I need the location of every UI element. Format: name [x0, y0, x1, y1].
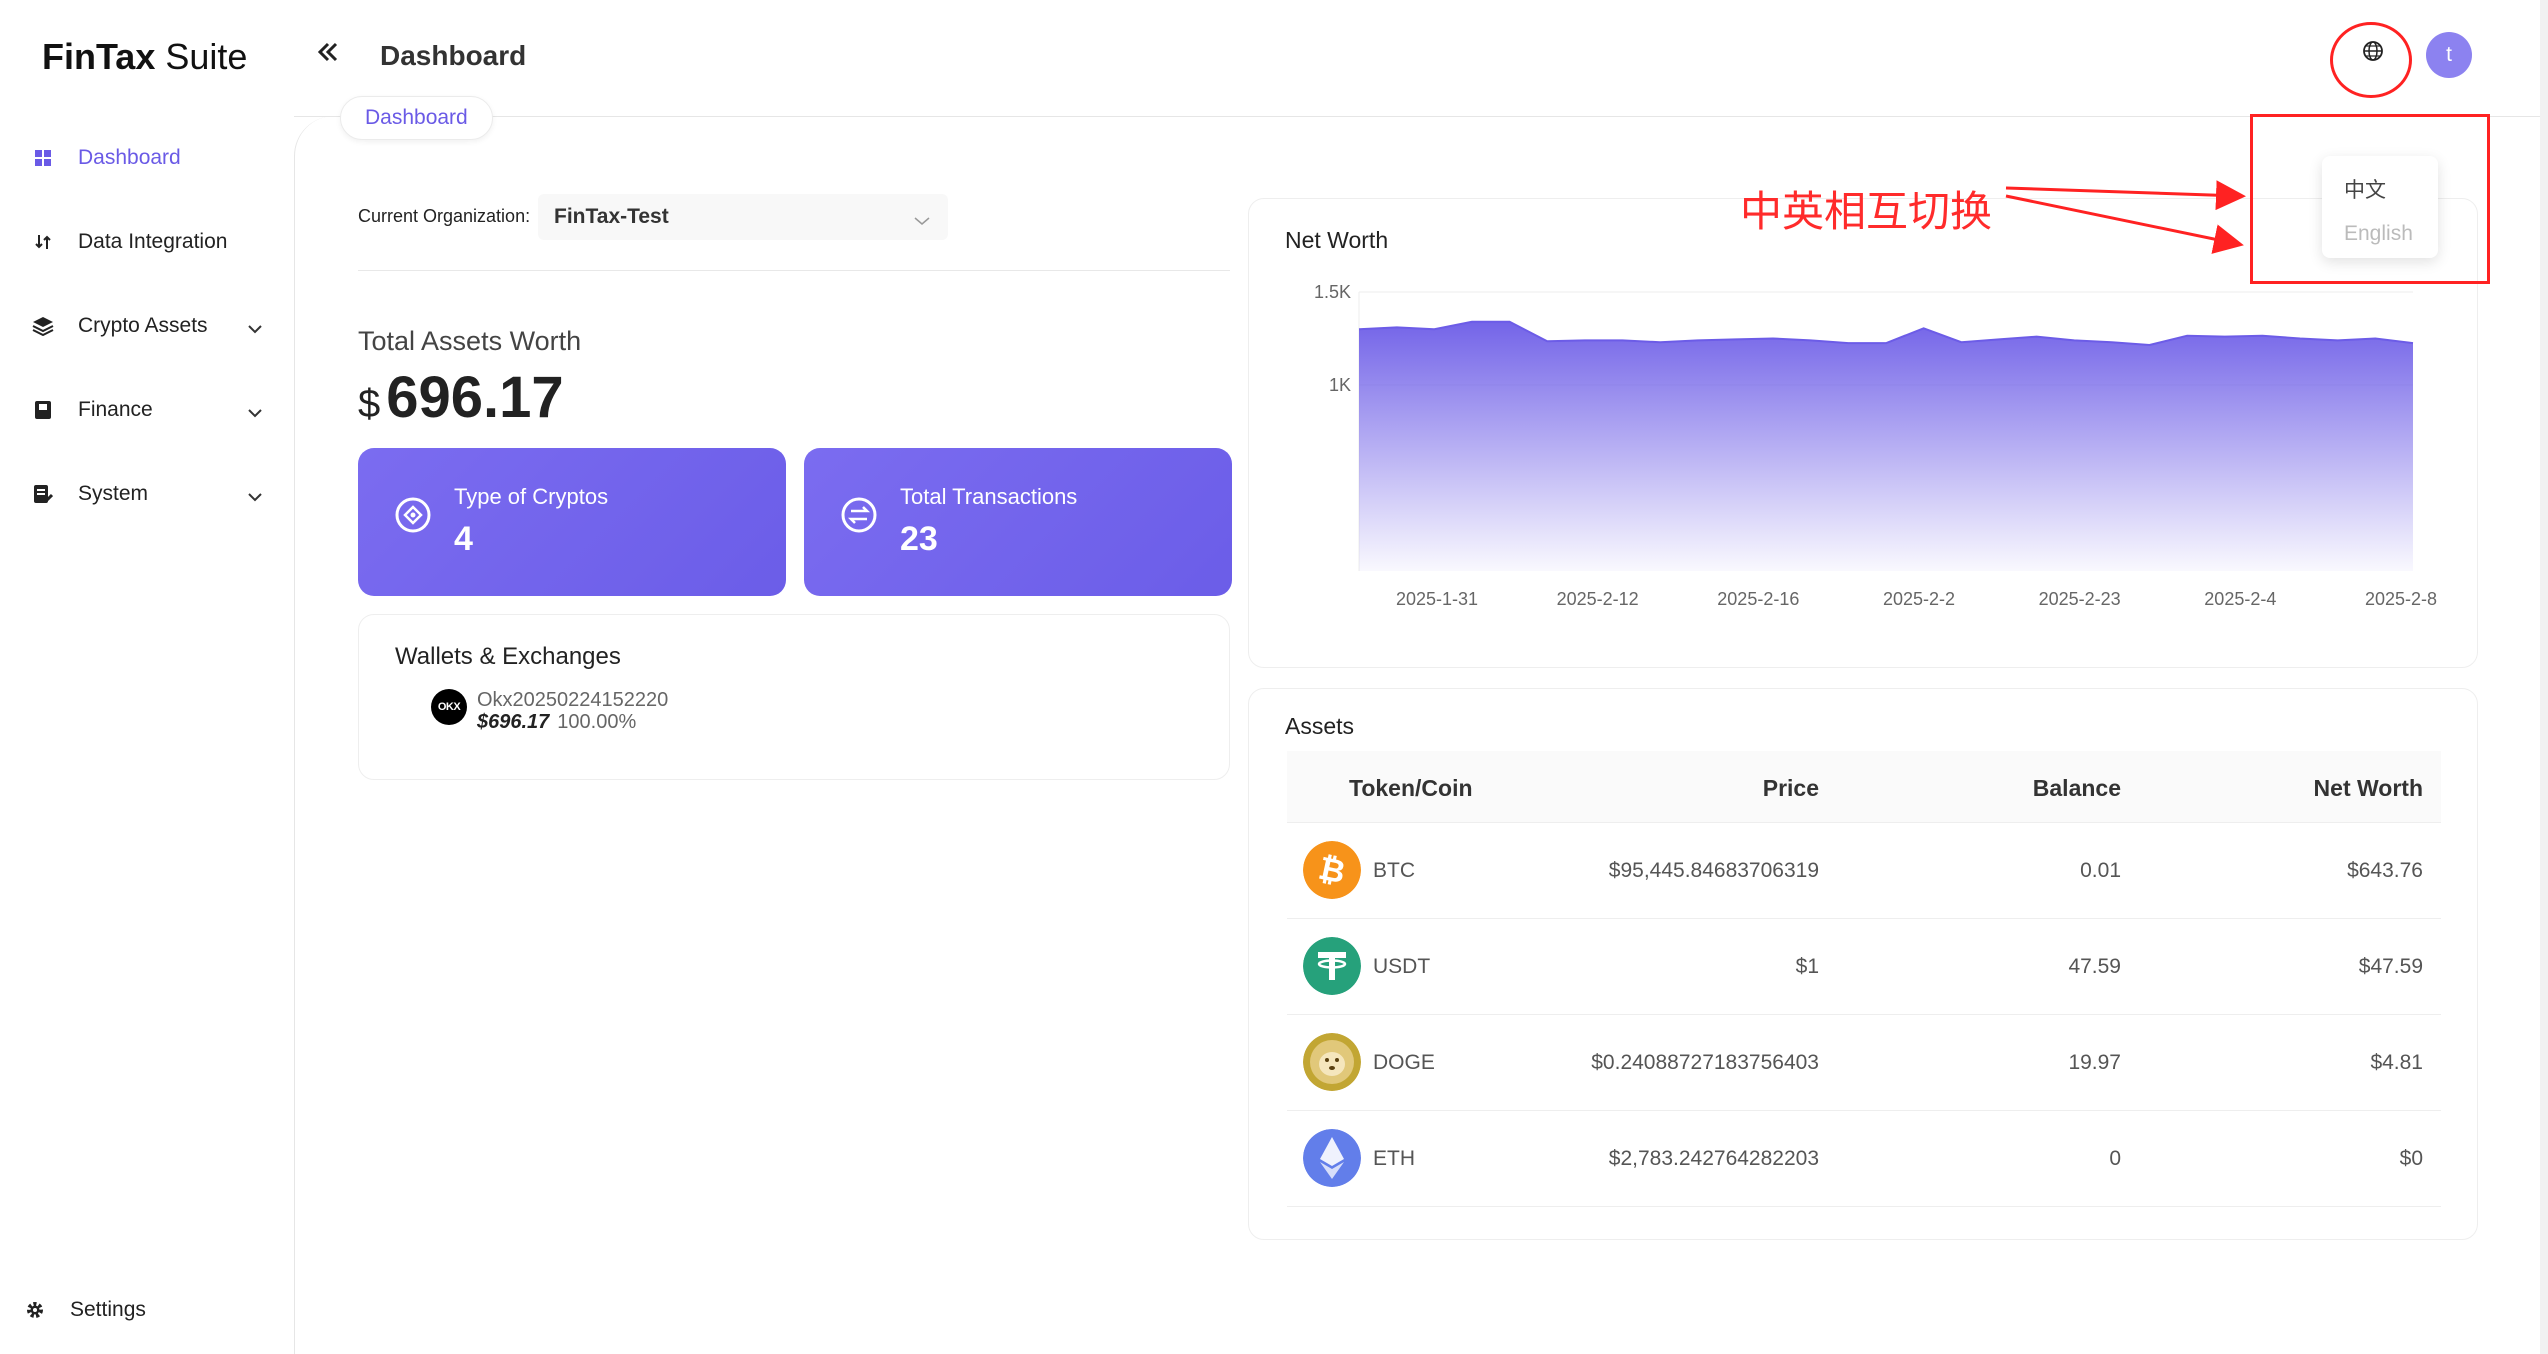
- table-row[interactable]: ETH $2,783.242764282203 0 $0: [1287, 1111, 2441, 1207]
- column-header-balance[interactable]: Balance: [2033, 775, 2121, 802]
- net-worth-area: [1359, 321, 2413, 571]
- table-header: Token/Coin Price Balance Net Worth: [1287, 751, 2441, 823]
- x-tick-label: 2025-2-12: [1557, 589, 1639, 609]
- asset-balance: 0.01: [2080, 859, 2121, 882]
- chevron-down-icon: [248, 400, 262, 424]
- total-assets-number: 696.17: [386, 365, 564, 430]
- x-tick-label: 2025-2-23: [2039, 589, 2121, 609]
- system-icon: [32, 483, 54, 505]
- ethereum-icon: [1303, 1129, 1361, 1187]
- chevron-down-icon: [914, 208, 930, 232]
- org-select-value: FinTax-Test: [554, 205, 669, 228]
- tether-icon: [1303, 937, 1361, 995]
- tab-dashboard[interactable]: Dashboard: [340, 96, 493, 140]
- asset-price: $1: [1795, 955, 1819, 978]
- annotation-circle: [2330, 22, 2412, 98]
- bitcoin-icon: ₿: [1303, 841, 1361, 899]
- asset-price: $0.24088727183756403: [1591, 1051, 1819, 1074]
- settings-label: Settings: [70, 1298, 146, 1321]
- asset-symbol: DOGE: [1373, 1051, 1435, 1074]
- app-logo[interactable]: FinTax Suite: [42, 36, 247, 78]
- table-row[interactable]: ₿ BTC $95,445.84683706319 0.01 $643.76: [1287, 823, 2441, 919]
- sidebar-item-label: System: [78, 482, 149, 505]
- book-icon: [32, 399, 54, 421]
- dogecoin-icon: [1303, 1033, 1361, 1091]
- sidebar-item-data-integration[interactable]: Data Integration: [32, 222, 262, 262]
- data-integration-icon: [32, 231, 54, 253]
- wallet-balance: $696.17 100.00%: [477, 711, 636, 734]
- asset-net-worth: $643.76: [2347, 859, 2423, 882]
- collapse-sidebar-button[interactable]: [316, 40, 340, 69]
- currency-symbol: $: [358, 382, 381, 426]
- table-row[interactable]: USDT $1 47.59 $47.59: [1287, 919, 2441, 1015]
- y-tick-label: 1.5K: [1314, 282, 1351, 302]
- wallets-card: Wallets & Exchanges OKX Okx2025022415222…: [358, 614, 1230, 780]
- divider: [358, 270, 1230, 271]
- x-tick-label: 2025-2-2: [1883, 589, 1955, 609]
- transactions-label: Total Transactions: [900, 484, 1078, 509]
- sidebar: FinTax Suite Dashboard Data Integration …: [0, 0, 294, 1354]
- asset-net-worth: $47.59: [2358, 955, 2423, 978]
- asset-net-worth: $4.81: [2370, 1051, 2423, 1074]
- column-header-price[interactable]: Price: [1763, 775, 1819, 802]
- sidebar-item-label: Data Integration: [78, 230, 228, 253]
- settings-button[interactable]: Settings: [24, 1290, 254, 1330]
- x-tick-label: 2025-1-31: [1396, 589, 1478, 609]
- assets-title: Assets: [1285, 713, 1355, 739]
- page-title: Dashboard: [380, 40, 527, 71]
- crypto-types-value: 4: [454, 520, 473, 558]
- asset-symbol: BTC: [1373, 859, 1415, 882]
- transfer-icon: [840, 496, 878, 539]
- column-header-token[interactable]: Token/Coin: [1349, 775, 1473, 802]
- column-header-net-worth[interactable]: Net Worth: [2314, 775, 2423, 802]
- header-divider: [294, 116, 2548, 117]
- sidebar-item-label: Crypto Assets: [78, 314, 208, 337]
- scrollbar[interactable]: [2540, 0, 2548, 1354]
- sidebar-item-finance[interactable]: Finance: [32, 390, 262, 430]
- layers-icon: [32, 315, 54, 337]
- total-assets-label: Total Assets Worth: [358, 326, 582, 356]
- asset-balance: 47.59: [2068, 955, 2121, 978]
- total-assets-value: $ 696.17: [358, 364, 564, 431]
- transactions-value: 23: [900, 520, 938, 558]
- asset-symbol: ETH: [1373, 1147, 1415, 1170]
- x-tick-label: 2025-2-8: [2365, 589, 2437, 609]
- asset-price: $2,783.242764282203: [1608, 1147, 1819, 1170]
- asset-balance: 0: [2109, 1147, 2121, 1170]
- gear-icon: [24, 1299, 46, 1321]
- wallet-amount: $696.17: [477, 711, 550, 733]
- wallet-percent: 100.00%: [557, 711, 637, 733]
- sidebar-item-label: Dashboard: [78, 146, 181, 169]
- sidebar-item-crypto-assets[interactable]: Crypto Assets: [32, 306, 262, 346]
- y-tick-label: 1K: [1329, 375, 1351, 395]
- asset-symbol: USDT: [1373, 955, 1431, 978]
- table-row[interactable]: DOGE $0.24088727183756403 19.97 $4.81: [1287, 1015, 2441, 1111]
- dashboard-icon: [32, 147, 54, 169]
- annotation-box: [2250, 114, 2490, 284]
- x-tick-label: 2025-2-4: [2204, 589, 2276, 609]
- asset-balance: 19.97: [2068, 1051, 2121, 1074]
- transactions-card: Total Transactions 23: [804, 448, 1232, 596]
- org-select[interactable]: FinTax-Test: [538, 194, 948, 240]
- sidebar-item-dashboard[interactable]: Dashboard: [32, 138, 262, 178]
- chevron-down-icon: [248, 484, 262, 508]
- org-label: Current Organization:: [358, 206, 531, 226]
- asset-price: $95,445.84683706319: [1608, 859, 1819, 882]
- x-tick-label: 2025-2-16: [1717, 589, 1799, 609]
- asset-net-worth: $0: [2399, 1147, 2423, 1170]
- avatar[interactable]: t: [2426, 32, 2472, 78]
- sidebar-item-system[interactable]: System: [32, 474, 262, 514]
- annotation-text: 中英相互切换: [1740, 187, 1993, 236]
- coin-icon: [394, 496, 432, 539]
- wallet-name[interactable]: Okx20250224152220: [477, 689, 668, 712]
- assets-card: Assets Token/Coin Price Balance Net Wort…: [1248, 688, 2478, 1240]
- okx-logo-icon: OKX: [431, 689, 467, 725]
- crypto-types-card: Type of Cryptos 4: [358, 448, 786, 596]
- wallets-title: Wallets & Exchanges: [395, 643, 621, 670]
- sidebar-item-label: Finance: [78, 398, 153, 421]
- chevron-down-icon: [248, 316, 262, 340]
- crypto-types-label: Type of Cryptos: [454, 484, 609, 509]
